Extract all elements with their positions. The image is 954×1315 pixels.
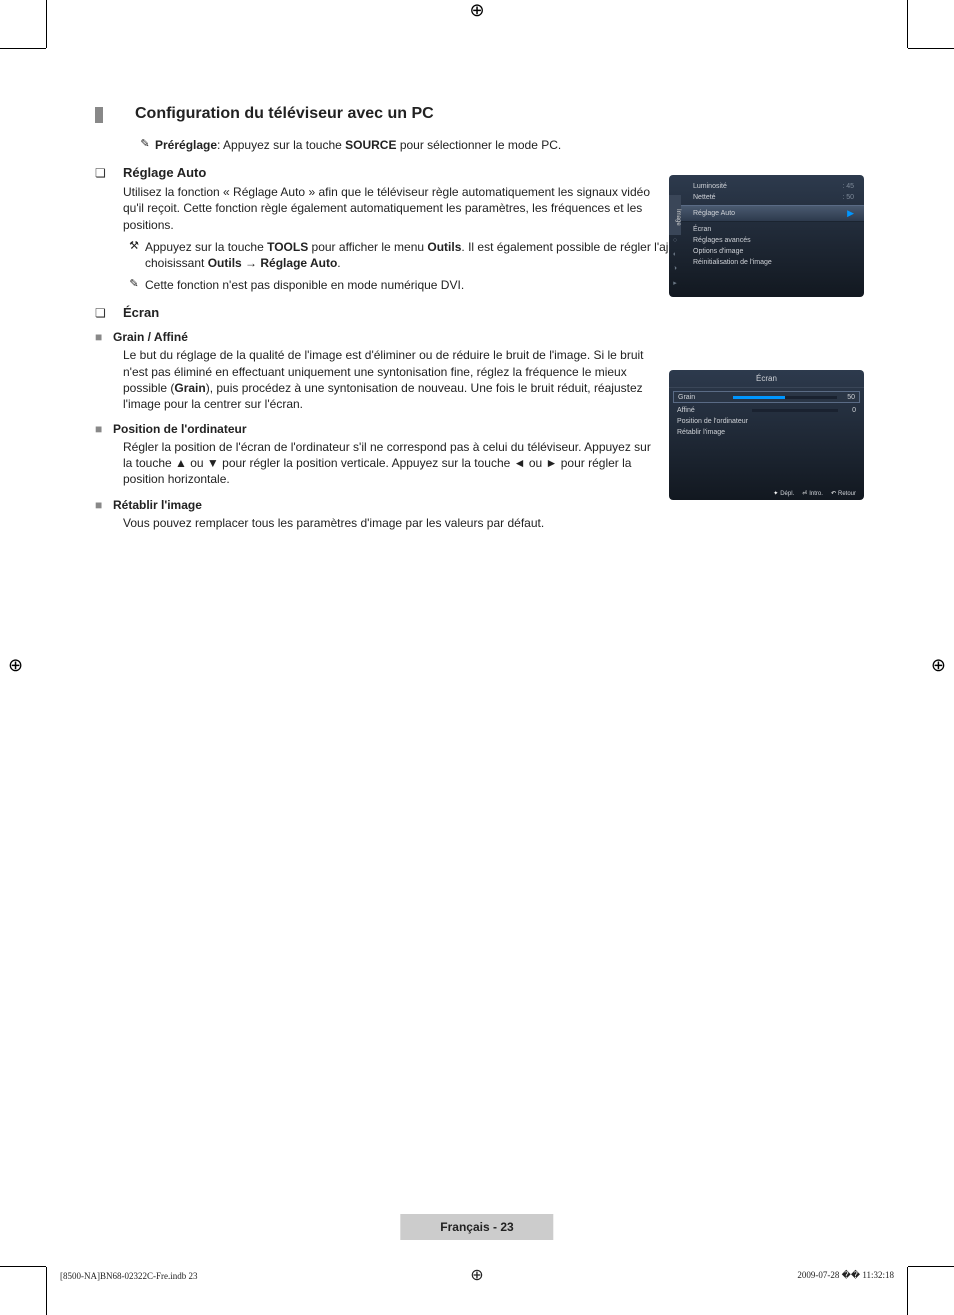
crop-mark [908,1266,954,1267]
note-text: Préréglage: Appuyez sur la touche SOURCE… [155,137,865,153]
q-mark-icon: ❏ [95,306,123,320]
registration-mark-right: ⊕ [931,655,946,676]
move-icon: ✦ [773,491,778,497]
osd-side-icons: ○ ◐ ◑ ▸ [669,237,681,293]
note-icon: ✎ [135,137,155,153]
osd-nav-icon: ◑ [669,265,681,279]
note-icon: ✎ [123,277,145,293]
crop-mark [46,1267,47,1315]
print-info-right: 2009-07-28 �� 11:32:18 [797,1270,894,1281]
osd-selected-reglage-auto: Réglage Auto ▶ [669,205,864,222]
grain-body: Le but du réglage de la qualité de l'ima… [123,347,663,412]
crop-mark [0,48,46,49]
osd-row-reglages-avances: Réglages avancés [669,235,864,246]
q-mark-icon: ❏ [95,166,123,180]
page-footer: Français - 23 [400,1214,553,1240]
crop-mark [907,0,908,48]
square-bullet-icon: ■ [95,498,113,512]
prereglage-label: Préréglage [155,138,217,152]
osd2-footer: ✦Dépl. ⏎Intro. ↶Retour [669,486,864,500]
section-title: Configuration du téléviseur avec un PC [95,105,865,123]
reset-body: Vous pouvez remplacer tous les paramètre… [123,515,663,531]
osd-row-luminosite: Luminosité : 45 [669,181,864,192]
osd2-row-grain: Grain 50 [673,391,860,403]
osd2-row-reset: Rétablir l'image [669,427,864,438]
registration-mark-top: ⊕ [469,0,484,21]
reglage-auto-title: Réglage Auto [123,165,206,180]
square-bullet-icon: ■ [95,330,113,344]
osd2-row-position: Position de l'ordinateur [669,416,864,427]
osd2-row-affine: Affiné 0 [669,405,864,416]
osd2-title: Écran [669,370,864,388]
reglage-auto-body: Utilisez la fonction « Réglage Auto » af… [123,184,663,233]
osd-nav-icon: ◐ [669,251,681,265]
position-body: Régler la position de l'écran de l'ordin… [123,439,663,488]
osd-row-options-image: Options d'image [669,246,864,257]
osd2-enter: ⏎Intro. [802,490,823,497]
osd-side-tab: Image [669,195,681,235]
prereglage-note: ✎ Préréglage: Appuyez sur la touche SOUR… [135,137,865,153]
print-info-left: [8500-NA]BN68-02322C-Fre.indb 23 [60,1271,198,1281]
osd-nav-icon: ▸ [669,279,681,293]
registration-mark-bottom: ⊕ [470,1265,483,1285]
slider-grain [733,396,837,399]
ecran-title: Écran [123,305,159,320]
osd-row-nettete: Netteté : 50 [669,192,864,203]
crop-mark [907,1267,908,1315]
osd-row-ecran: Écran [669,224,864,235]
osd-row-reinit: Réinitialisation de l'image [669,257,864,268]
source-label: SOURCE [345,138,396,152]
return-icon: ↶ [831,491,836,497]
enter-icon: ⏎ [802,491,807,497]
grain-affine-heading: ■ Grain / Affiné [95,330,865,344]
registration-mark-left: ⊕ [8,655,23,676]
square-bullet-icon: ■ [95,422,113,436]
crop-mark [0,1266,46,1267]
osd2-return: ↶Retour [831,490,856,497]
slider-affine [752,409,838,412]
osd-image-menu: Image ○ ◐ ◑ ▸ Luminosité : 45 Netteté : … [669,175,864,297]
crop-mark [908,48,954,49]
tools-icon: ⚒ [123,239,145,271]
crop-mark [46,0,47,48]
osd-nav-icon: ○ [669,237,681,251]
chevron-right-icon: ▶ [847,208,854,219]
osd-ecran-menu: Écran Grain 50 Affiné 0 Position de l'or… [669,370,864,500]
osd2-move: ✦Dépl. [773,490,794,497]
